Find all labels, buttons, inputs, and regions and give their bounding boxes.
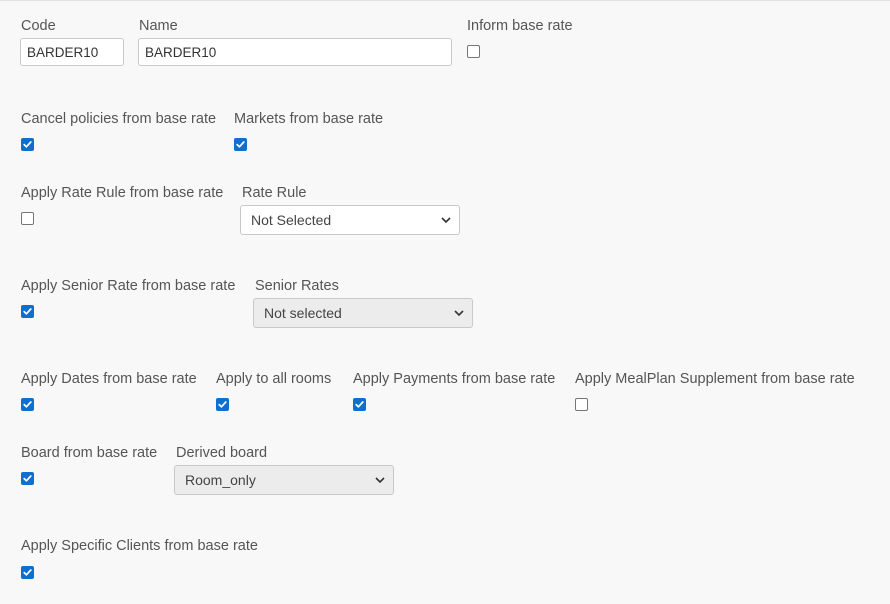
apply-mealplan-label: Apply MealPlan Supplement from base rate (575, 371, 855, 387)
derived-board-select[interactable]: Room_only (174, 465, 394, 495)
markets-label: Markets from base rate (234, 111, 384, 127)
apply-dates-checkbox[interactable] (21, 398, 34, 411)
board-from-base-checkbox[interactable] (21, 472, 34, 485)
name-input[interactable] (138, 38, 452, 66)
cancel-policies-checkbox[interactable] (21, 138, 34, 151)
checkmark-icon (23, 308, 32, 315)
apply-dates-label: Apply Dates from base rate (21, 371, 197, 387)
apply-mealplan-checkbox[interactable] (575, 398, 588, 411)
senior-rates-label: Senior Rates (255, 278, 339, 294)
apply-senior-rate-checkbox[interactable] (21, 305, 34, 318)
derived-board-selected-value: Room_only (185, 472, 256, 488)
cancel-policies-label: Cancel policies from base rate (21, 111, 217, 127)
apply-payments-checkbox[interactable] (353, 398, 366, 411)
chevron-down-icon (454, 310, 464, 317)
checkmark-icon (23, 569, 32, 576)
apply-rate-rule-checkbox[interactable] (21, 212, 34, 225)
checkmark-icon (23, 141, 32, 148)
chevron-down-icon (375, 477, 385, 484)
markets-checkbox[interactable] (234, 138, 247, 151)
checkmark-icon (23, 475, 32, 482)
apply-senior-rate-label: Apply Senior Rate from base rate (21, 278, 236, 294)
rate-rule-select[interactable]: Not Selected (240, 205, 460, 235)
apply-rate-rule-label: Apply Rate Rule from base rate (21, 185, 224, 201)
apply-payments-label: Apply Payments from base rate (353, 371, 556, 387)
apply-all-rooms-label: Apply to all rooms (216, 371, 332, 387)
senior-rates-selected-value: Not selected (264, 305, 342, 321)
checkmark-icon (23, 401, 32, 408)
inform-base-rate-label: Inform base rate (467, 18, 573, 34)
apply-specific-clients-checkbox[interactable] (21, 566, 34, 579)
rate-rule-label: Rate Rule (242, 185, 307, 201)
code-input[interactable] (20, 38, 124, 66)
checkmark-icon (355, 401, 364, 408)
rate-rule-selected-value: Not Selected (251, 212, 332, 228)
checkmark-icon (218, 401, 227, 408)
inform-base-rate-checkbox[interactable] (467, 45, 480, 58)
apply-specific-clients-label: Apply Specific Clients from base rate (21, 538, 258, 554)
apply-all-rooms-checkbox[interactable] (216, 398, 229, 411)
derived-board-label: Derived board (176, 445, 268, 461)
chevron-down-icon (441, 217, 451, 224)
senior-rates-select[interactable]: Not selected (253, 298, 473, 328)
checkmark-icon (236, 141, 245, 148)
rate-settings-form: Code Name Inform base rate Cancel polici… (0, 0, 890, 604)
board-from-base-label: Board from base rate (21, 445, 158, 461)
name-label: Name (139, 18, 178, 34)
code-label: Code (21, 18, 56, 34)
